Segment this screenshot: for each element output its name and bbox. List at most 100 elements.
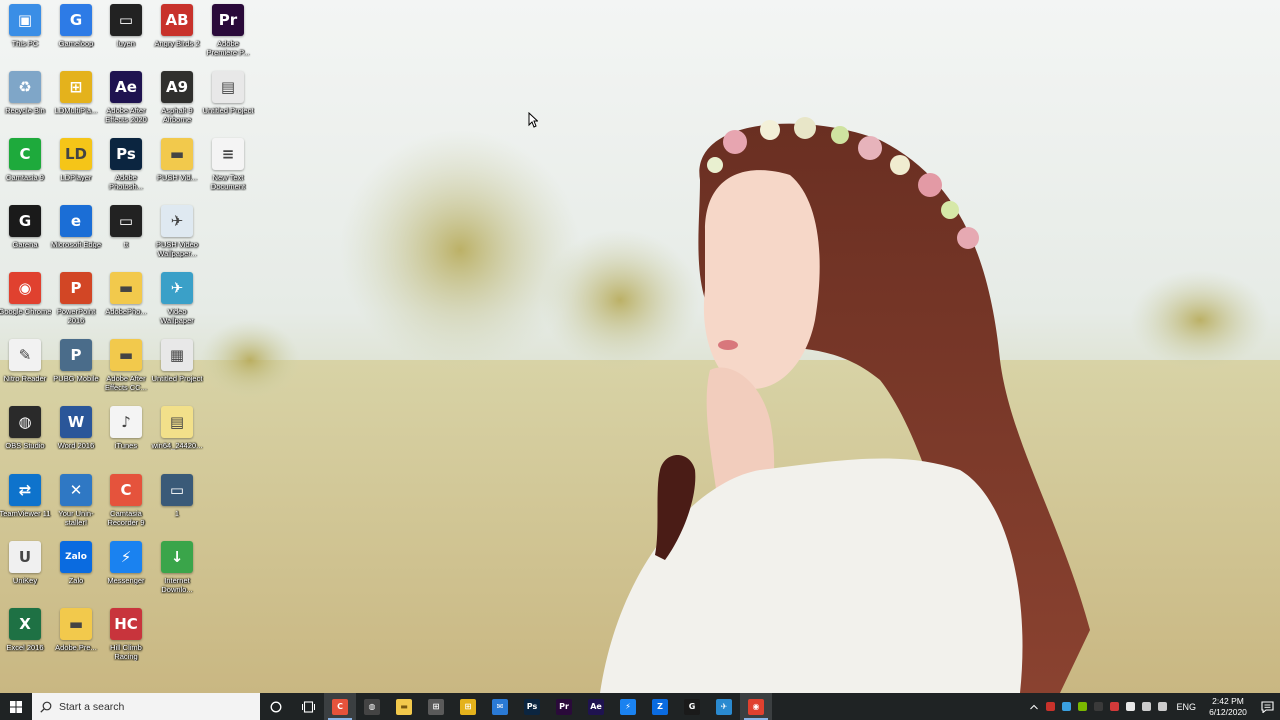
obs-icon: ◍ — [9, 406, 41, 438]
desktop-shortcut[interactable]: ▬ Adobe.Pre... — [51, 608, 101, 672]
desktop-shortcut[interactable]: ▭ tt — [101, 205, 151, 269]
desktop-shortcut[interactable]: ▭ 1 — [152, 474, 202, 538]
desktop-shortcut[interactable]: ◉ Google Chrome — [0, 272, 51, 336]
desktop-shortcut[interactable]: ⚡ Messenger — [101, 541, 151, 605]
system-tray: ENG 2:42 PM 6/12/2020 — [1026, 693, 1280, 720]
camtasia-project-icon: ▦ — [161, 339, 193, 371]
push-wallpaper-icon: ✈ — [161, 205, 193, 237]
taskbar-app-photoshop[interactable]: Ps — [516, 693, 548, 720]
desktop-shortcut[interactable]: ≡ New Text Document — [203, 138, 253, 202]
desktop-shortcut-label: LDPlayer — [60, 173, 92, 182]
volume-tray-icon[interactable] — [1154, 693, 1170, 720]
desktop-shortcut[interactable]: P PowerPoint 2016 — [51, 272, 101, 336]
desktop-shortcut[interactable]: Zalo Zalo — [51, 541, 101, 605]
desktop-shortcut[interactable]: ♻ Recycle Bin — [0, 71, 50, 135]
desktop-shortcut[interactable]: ♪ iTunes — [101, 406, 151, 470]
video-project-icon: ▤ — [212, 71, 244, 103]
taskbar-app-obs[interactable]: ◍ — [356, 693, 388, 720]
push-tray-icon[interactable] — [1058, 693, 1074, 720]
desktop-shortcut[interactable]: HC Hill Climb Racing — [101, 608, 151, 672]
desktop-shortcut[interactable]: ▦ Untitled Project — [152, 339, 202, 403]
start-button[interactable] — [0, 693, 32, 720]
desktop-shortcut[interactable]: C Camtasia Recorder 9 — [101, 474, 151, 538]
desktop-shortcut[interactable]: ▬ AdobePho... — [101, 272, 151, 336]
desktop-shortcut[interactable]: ▬ PUSH Vid... — [152, 138, 202, 202]
desktop-shortcut[interactable]: G Gameloop — [51, 4, 101, 68]
desktop-shortcut[interactable]: ✈ Video Wallpaper — [152, 272, 202, 336]
taskbar-app-garena[interactable]: G — [676, 693, 708, 720]
desktop-shortcut-label: iTunes — [114, 441, 138, 450]
clock[interactable]: 2:42 PM 6/12/2020 — [1202, 696, 1254, 718]
taskbar-app-push-wallpaper[interactable]: ✈ — [708, 693, 740, 720]
desktop-shortcut[interactable]: ▤ Untitled Project — [203, 71, 253, 135]
taskbar-app-store[interactable]: ⊞ — [420, 693, 452, 720]
taskbar-app-after-effects[interactable]: Ae — [580, 693, 612, 720]
show-hidden-icons-button[interactable] — [1026, 693, 1042, 720]
nitro-icon: ✎ — [9, 339, 41, 371]
recycle-bin-icon: ♻ — [9, 71, 41, 103]
uninstaller-icon: ✕ — [60, 474, 92, 506]
taskbar-app-mail[interactable]: ✉ — [484, 693, 516, 720]
teamviewer-icon: ⇄ — [9, 474, 41, 506]
desktop-shortcut[interactable]: G Garena — [0, 205, 50, 269]
desktop-shortcut[interactable]: ▬ Adobe After Effects CC... — [101, 339, 151, 403]
taskbar-app-messenger[interactable]: ⚡ — [612, 693, 644, 720]
desktop-shortcut[interactable]: ✈ PUSH Video Wallpaper... — [152, 205, 202, 269]
desktop-shortcut[interactable]: Pr Adobe Premiere P... — [203, 4, 253, 68]
taskbar-app-zalo[interactable]: Z — [644, 693, 676, 720]
search-placeholder: Start a search — [59, 700, 125, 713]
desktop-shortcut[interactable]: e Microsoft Edge — [51, 205, 101, 269]
desktop-shortcut-label: OBS Studio — [5, 441, 45, 450]
task-view-button[interactable] — [292, 693, 324, 720]
folder-icon: ▬ — [110, 272, 142, 304]
desktop-shortcut[interactable]: ▣ This PC — [0, 4, 50, 68]
action-center-button[interactable] — [1254, 693, 1280, 720]
antivirus-tray-icon[interactable] — [1106, 693, 1122, 720]
task-view-icon — [301, 700, 315, 713]
desktop-shortcut[interactable]: P PUBG Mobile — [51, 339, 101, 403]
search-box[interactable]: Start a search — [32, 693, 260, 720]
taskbar-app-ldmultiplayer[interactable]: ⊞ — [452, 693, 484, 720]
desktop-shortcut[interactable]: Ps Adobe Photosh... — [101, 138, 151, 202]
unikey-tray-icon[interactable] — [1122, 693, 1138, 720]
video-file-icon: ▭ — [161, 474, 193, 506]
desktop-shortcut[interactable]: AB Angry Birds 2 — [152, 4, 202, 68]
desktop-shortcut[interactable]: X Excel 2016 — [0, 608, 50, 672]
desktop-shortcut[interactable]: ✎ Nitro Reader — [0, 339, 50, 403]
desktop-shortcut-label: Internet Downlo... — [161, 576, 193, 594]
desktop-shortcut[interactable]: ▤ win64_24420... — [152, 406, 202, 470]
notification-icon — [1260, 700, 1274, 713]
desktop-shortcut[interactable]: ✕ Your Unin-staller! — [51, 474, 101, 538]
folder-icon: ▬ — [396, 698, 412, 715]
network-tray-icon[interactable] — [1138, 693, 1154, 720]
language-indicator[interactable]: ENG — [1170, 702, 1202, 712]
desktop-shortcut[interactable]: C Camtasia 9 — [0, 138, 50, 202]
desktop-shortcut[interactable]: ⊞ LDMultiPla... — [51, 71, 101, 135]
desktop-shortcut[interactable]: W Word 2016 — [51, 406, 101, 470]
nvidia-tray-icon[interactable] — [1074, 693, 1090, 720]
cortana-button[interactable] — [260, 693, 292, 720]
volume-icon — [1157, 702, 1167, 711]
desktop-shortcut[interactable]: U UniKey — [0, 541, 50, 605]
taskbar-app-camtasia[interactable]: C — [324, 693, 356, 720]
desktop-icons: ▣ This PC G Gameloop ▭ luyen AB Angry Birds 2 Pr… — [0, 0, 260, 690]
desktop-shortcut[interactable]: Ae Adobe After Effects 2020 — [101, 71, 151, 135]
security-tray-icon[interactable] — [1090, 693, 1106, 720]
cortana-icon — [270, 701, 282, 712]
taskbar-app-chrome[interactable]: ◉ — [740, 693, 772, 720]
desktop-shortcut-label: Adobe After Effects 2020 — [105, 106, 147, 124]
desktop-shortcut[interactable]: ⇄ TeamViewer 11 — [0, 474, 51, 538]
desktop-shortcut[interactable]: A9 Asphalt 9 Airborne — [152, 71, 202, 135]
mouse-cursor-icon — [528, 111, 539, 132]
desktop-shortcut-label: Messenger — [107, 576, 145, 585]
desktop-shortcut[interactable]: ▭ luyen — [101, 4, 151, 68]
desktop-shortcut-label: Nitro Reader — [3, 374, 47, 383]
desktop-shortcut[interactable]: ◍ OBS Studio — [0, 406, 50, 470]
text-document-icon: ≡ — [212, 138, 244, 170]
taskbar-app-premiere[interactable]: Pr — [548, 693, 580, 720]
taskbar-app-file-explorer[interactable]: ▬ — [388, 693, 420, 720]
garena-tray-icon[interactable] — [1042, 693, 1058, 720]
desktop-shortcut[interactable]: ↓ Internet Downlo... — [152, 541, 202, 605]
desktop-shortcut-label: Microsoft Edge — [50, 240, 102, 249]
desktop-shortcut[interactable]: LD LDPlayer — [51, 138, 101, 202]
